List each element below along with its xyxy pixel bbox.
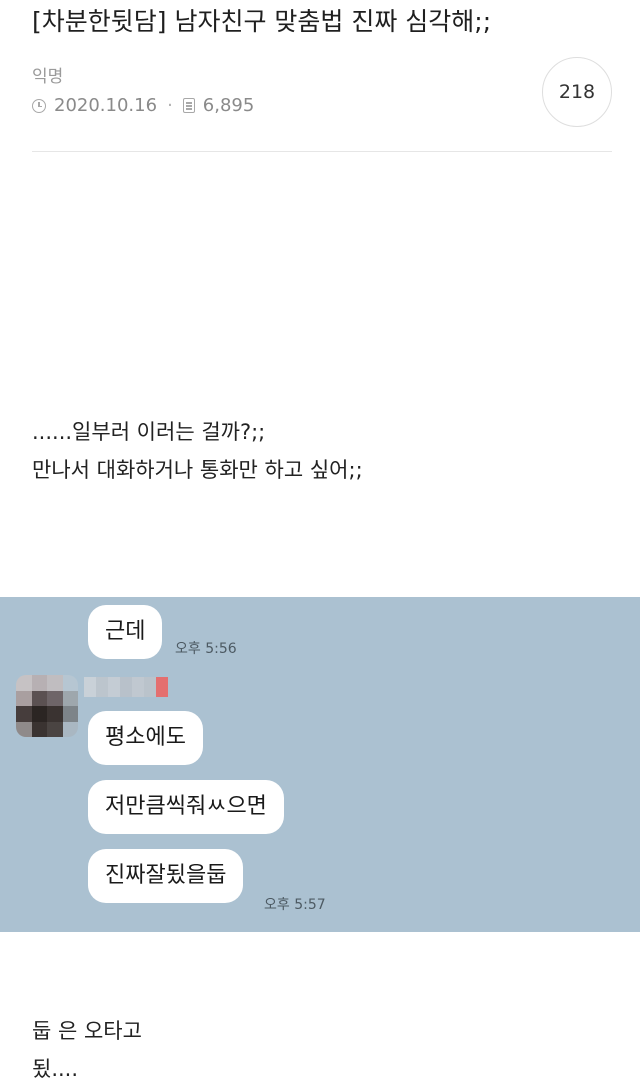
chat-time: 오후 5:56 [175, 641, 237, 657]
chat-bubble: 저만큼씩줘ㅆ으면 [88, 780, 284, 834]
footer-line: 됬.... [32, 1057, 79, 1081]
avatar [16, 675, 78, 737]
chat-bubble: 근데 [88, 605, 163, 659]
post-footer-text: 둡 은 오타고 됬.... [32, 1012, 142, 1088]
sender-name-blurred [84, 677, 168, 697]
document-icon [182, 98, 195, 113]
post-body: ......일부러 이러는 걸까?;; 만나서 대화하거나 통화만 하고 싶어;… [32, 413, 363, 489]
post-meta: 2020.10.16 · 6,895 [32, 95, 254, 116]
body-line: 만나서 대화하거나 통화만 하고 싶어;; [32, 458, 363, 482]
divider [32, 151, 612, 152]
chat-bubble: 진짜잘됬을둡 [88, 849, 244, 903]
footer-line: 둡 은 오타고 [32, 1019, 142, 1043]
clock-icon [32, 98, 46, 113]
post-date: 2020.10.16 [54, 95, 158, 116]
post-title: [차분한뒷담] 남자친구 맞춤법 진짜 심각해;; [32, 7, 492, 36]
comment-count-button[interactable]: 218 [542, 57, 612, 127]
chat-bubble: 평소에도 [88, 711, 203, 765]
view-count: 6,895 [202, 95, 255, 116]
body-line: ......일부러 이러는 걸까?;; [32, 420, 266, 444]
author-name: 익명 [32, 67, 64, 87]
chat-screenshot: 근데 오후 5:56 평소에도 저만큼씩줘ㅆ으면 진짜잘됬을둡 오후 5:57 [0, 597, 640, 932]
meta-separator: · [167, 95, 173, 116]
chat-time: 오후 5:57 [264, 897, 326, 913]
